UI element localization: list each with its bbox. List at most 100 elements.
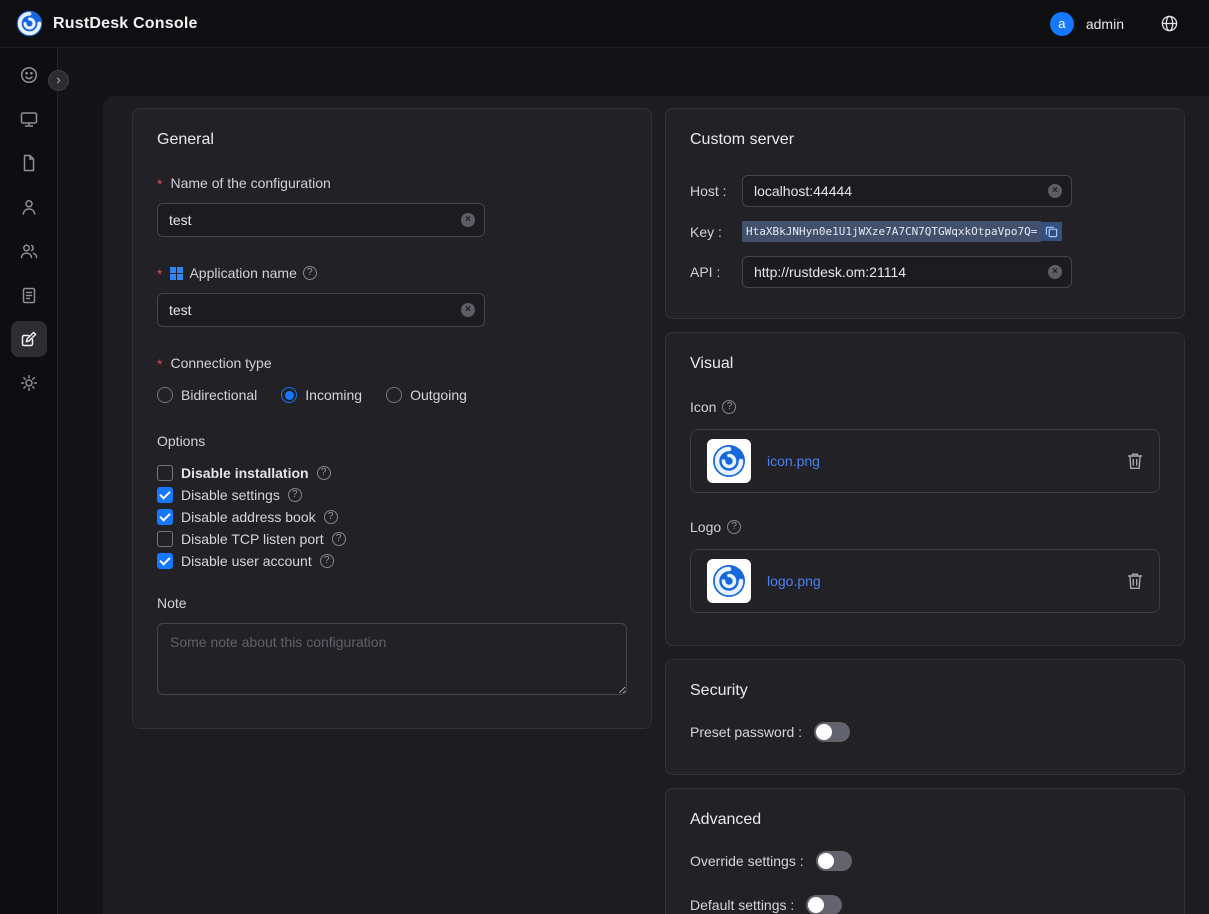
custom-server-card: Custom server Host : Key : HtaXBkJNHyn0e… bbox=[665, 108, 1185, 319]
default-settings-toggle[interactable] bbox=[806, 895, 842, 914]
api-input[interactable] bbox=[742, 256, 1072, 288]
users-icon bbox=[19, 241, 39, 261]
sidebar-item-dashboard[interactable] bbox=[11, 57, 47, 93]
clear-icon[interactable] bbox=[461, 213, 475, 227]
checkbox-disable-installation[interactable]: Disable installation bbox=[157, 465, 627, 481]
radio-dot bbox=[157, 387, 173, 403]
key-row: Key : HtaXBkJNHyn0e1U1jWXze7A7CN7QTGWqxk… bbox=[690, 221, 1160, 242]
logo-file-link[interactable]: logo.png bbox=[767, 573, 821, 589]
general-card: General Name of the configuration Applic… bbox=[132, 108, 652, 729]
radio-incoming[interactable]: Incoming bbox=[281, 387, 362, 403]
avatar[interactable]: a bbox=[1050, 12, 1074, 36]
override-settings-label: Override settings : bbox=[690, 853, 804, 869]
radio-label: Incoming bbox=[305, 387, 362, 403]
trash-icon[interactable] bbox=[1127, 452, 1143, 470]
connection-type-radios: Bidirectional Incoming Outgoing bbox=[157, 387, 627, 403]
sidebar-item-groups[interactable] bbox=[11, 233, 47, 269]
api-field bbox=[742, 256, 1072, 288]
visual-card: Visual Icon icon.png bbox=[665, 332, 1185, 646]
checkbox-label: Disable user account bbox=[181, 553, 312, 569]
help-icon[interactable] bbox=[324, 510, 338, 524]
security-title: Security bbox=[690, 682, 1160, 700]
note-textarea[interactable] bbox=[157, 623, 627, 695]
help-icon[interactable] bbox=[727, 520, 741, 534]
topbar-right: a admin bbox=[1050, 12, 1193, 36]
host-label: Host : bbox=[690, 183, 742, 199]
checkbox-disable-tcp-listen-port[interactable]: Disable TCP listen port bbox=[157, 531, 627, 547]
edit-icon bbox=[19, 329, 39, 349]
help-icon[interactable] bbox=[332, 532, 346, 546]
preset-password-label: Preset password : bbox=[690, 724, 802, 740]
radio-outgoing[interactable]: Outgoing bbox=[386, 387, 467, 403]
sidebar-item-audit-logs[interactable] bbox=[11, 277, 47, 313]
advanced-card: Advanced Override settings : Default set… bbox=[665, 788, 1185, 914]
visual-title: Visual bbox=[690, 355, 1160, 373]
advanced-title: Advanced bbox=[690, 811, 1160, 829]
security-card: Security Preset password : bbox=[665, 659, 1185, 775]
application-name-field bbox=[157, 293, 485, 327]
trash-icon[interactable] bbox=[1127, 572, 1143, 590]
icon-file-link[interactable]: icon.png bbox=[767, 453, 820, 469]
monitor-icon bbox=[19, 109, 39, 129]
custom-server-title: Custom server bbox=[690, 131, 1160, 149]
required-asterisk bbox=[157, 355, 164, 371]
sidebar-item-devices[interactable] bbox=[11, 101, 47, 137]
translate-icon[interactable] bbox=[1160, 14, 1179, 33]
checkbox-box bbox=[157, 509, 173, 525]
api-row: API : bbox=[690, 256, 1160, 288]
config-name-input[interactable] bbox=[157, 203, 485, 237]
radio-label: Bidirectional bbox=[181, 387, 257, 403]
required-asterisk bbox=[157, 175, 164, 191]
radio-dot bbox=[281, 387, 297, 403]
checkbox-disable-settings[interactable]: Disable settings bbox=[157, 487, 627, 503]
default-settings-label: Default settings : bbox=[690, 897, 794, 913]
default-settings-row: Default settings : bbox=[690, 895, 1160, 914]
logo-thumbnail bbox=[707, 559, 751, 603]
preset-password-toggle[interactable] bbox=[814, 722, 850, 742]
checkbox-label: Disable TCP listen port bbox=[181, 531, 324, 547]
sidebar-item-users[interactable] bbox=[11, 189, 47, 225]
config-name-field bbox=[157, 203, 485, 237]
sidebar bbox=[0, 48, 58, 914]
options-label: Options bbox=[157, 433, 627, 449]
clipboard-icon bbox=[19, 285, 39, 305]
top-bar: RustDesk Console a admin bbox=[0, 0, 1209, 48]
help-icon[interactable] bbox=[303, 266, 317, 280]
checkbox-box bbox=[157, 531, 173, 547]
checkbox-label: Disable settings bbox=[181, 487, 280, 503]
host-input[interactable] bbox=[742, 175, 1072, 207]
clear-icon[interactable] bbox=[1048, 265, 1062, 279]
help-icon[interactable] bbox=[320, 554, 334, 568]
checkbox-disable-user-account[interactable]: Disable user account bbox=[157, 553, 627, 569]
checkbox-disable-address-book[interactable]: Disable address book bbox=[157, 509, 627, 525]
sidebar-item-settings[interactable] bbox=[11, 365, 47, 401]
checkbox-label: Disable address book bbox=[181, 509, 316, 525]
general-title: General bbox=[157, 131, 627, 149]
override-settings-row: Override settings : bbox=[690, 851, 1160, 871]
key-label: Key : bbox=[690, 224, 742, 240]
copy-icon[interactable] bbox=[1041, 222, 1062, 241]
connection-type-label: Connection type bbox=[157, 355, 627, 371]
username[interactable]: admin bbox=[1086, 16, 1124, 32]
application-name-input[interactable] bbox=[157, 293, 485, 327]
help-icon[interactable] bbox=[722, 400, 736, 414]
page-background: General Name of the configuration Applic… bbox=[58, 48, 1209, 914]
logo-filebox: logo.png bbox=[690, 549, 1160, 613]
clear-icon[interactable] bbox=[461, 303, 475, 317]
help-icon[interactable] bbox=[288, 488, 302, 502]
smiley-icon bbox=[19, 65, 39, 85]
host-field bbox=[742, 175, 1072, 207]
override-settings-toggle[interactable] bbox=[816, 851, 852, 871]
checkbox-box bbox=[157, 553, 173, 569]
sidebar-item-documents[interactable] bbox=[11, 145, 47, 181]
config-name-label: Name of the configuration bbox=[157, 175, 627, 191]
help-icon[interactable] bbox=[317, 466, 331, 480]
clear-icon[interactable] bbox=[1048, 184, 1062, 198]
key-value: HtaXBkJNHyn0e1U1jWXze7A7CN7QTGWqxkOtpaVp… bbox=[742, 221, 1041, 242]
sidebar-item-custom-clients[interactable] bbox=[11, 321, 47, 357]
windows-logo-icon bbox=[170, 267, 183, 280]
sidebar-expand-button[interactable] bbox=[48, 70, 69, 91]
app-title: RustDesk Console bbox=[53, 15, 198, 33]
radio-bidirectional[interactable]: Bidirectional bbox=[157, 387, 257, 403]
checkbox-box bbox=[157, 487, 173, 503]
